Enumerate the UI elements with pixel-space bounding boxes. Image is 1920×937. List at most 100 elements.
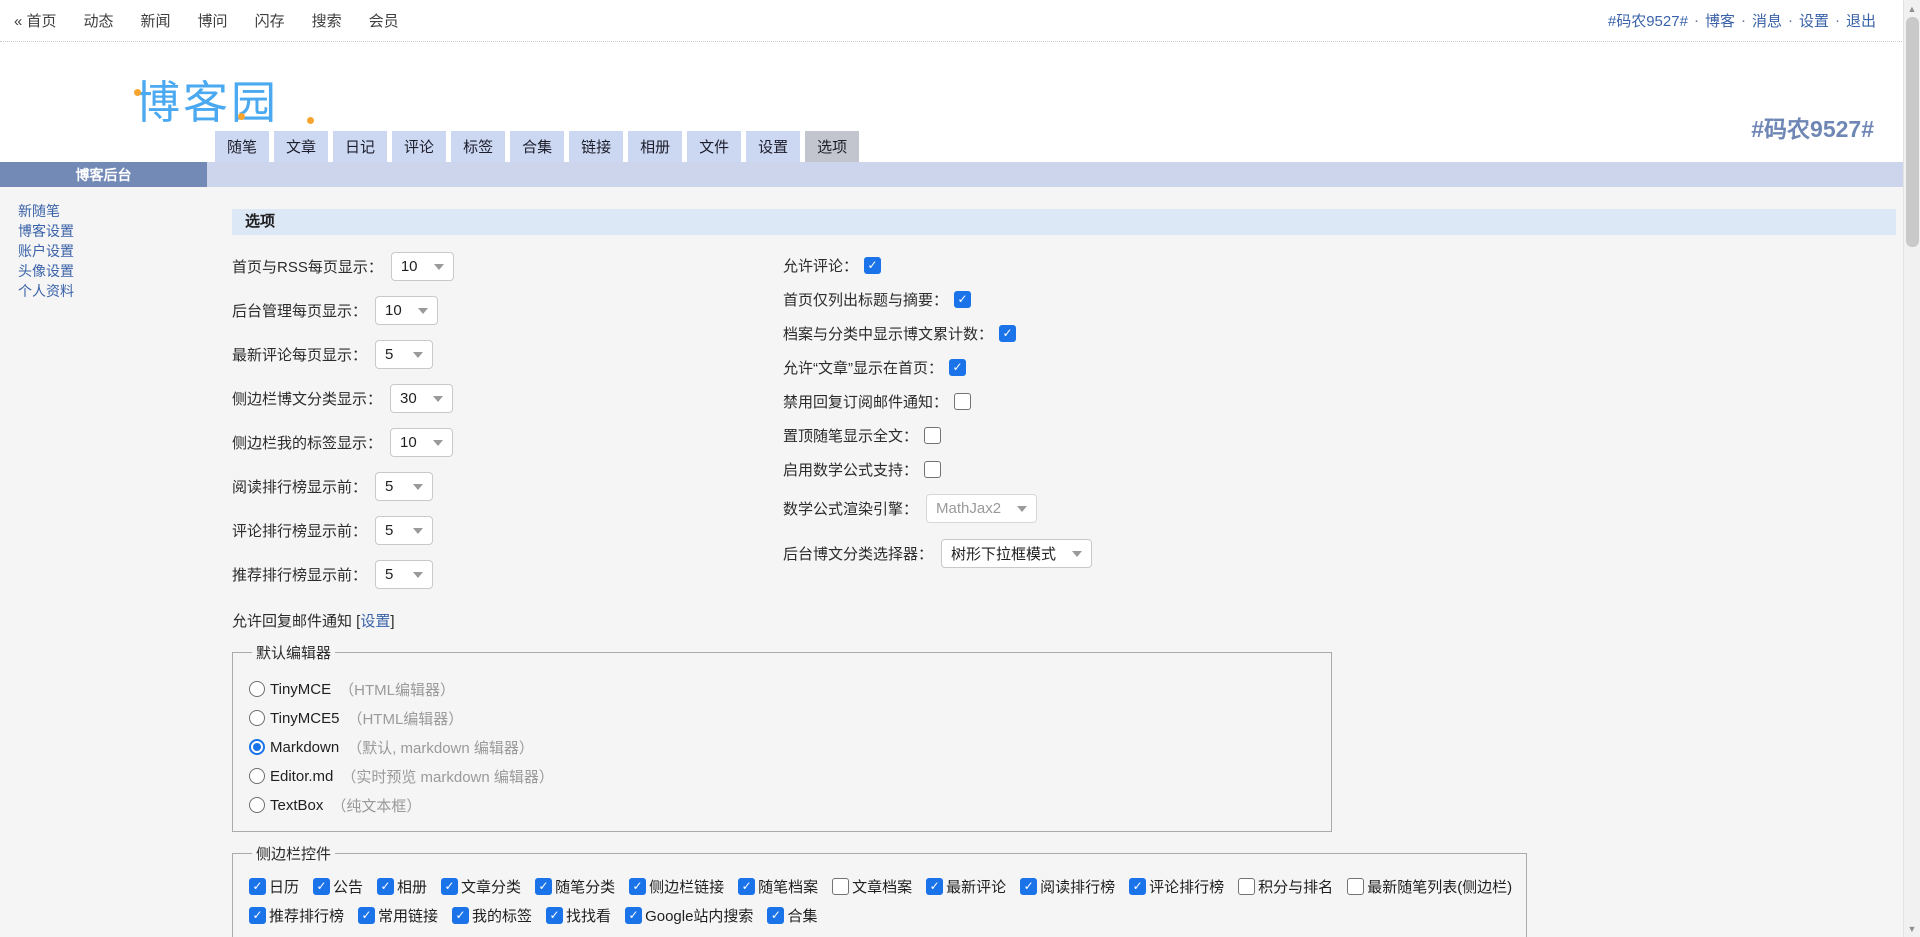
sidebar-item-avatar-settings[interactable]: 头像设置: [18, 261, 207, 281]
widget-albums[interactable]: 相册: [377, 876, 427, 897]
widget-comment-ranking[interactable]: 评论排行榜: [1129, 876, 1224, 897]
tab-files[interactable]: 文件: [687, 131, 742, 162]
checkbox[interactable]: [738, 877, 756, 895]
reply-mail-settings-link[interactable]: 设置: [360, 613, 390, 630]
topnav-feed[interactable]: 动态: [84, 10, 114, 31]
sidebar-item-new-post[interactable]: 新随笔: [18, 201, 207, 221]
checkbox[interactable]: [1238, 877, 1256, 895]
editor-tinymce5-radio[interactable]: [249, 710, 265, 726]
tab-albums[interactable]: 相册: [628, 131, 683, 162]
tab-options[interactable]: 选项: [805, 131, 860, 162]
math-engine-select[interactable]: MathJax2: [926, 494, 1038, 523]
checkbox[interactable]: [249, 877, 266, 895]
logo-dot-icon: [238, 113, 245, 120]
field-label: 最新评论每页显示：: [232, 347, 368, 364]
tab-tags[interactable]: 标签: [451, 131, 506, 162]
checkbox[interactable]: [1020, 877, 1038, 895]
chevron-down-icon: [413, 527, 424, 534]
page-body: 新随笔 博客设置 账户设置 头像设置 个人资料 选项 首页与RSS每页显示： 1…: [0, 187, 1920, 937]
widget-collections[interactable]: 合集: [767, 905, 817, 926]
topnav-q-and-a[interactable]: 博问: [198, 10, 228, 31]
topnav-settings[interactable]: 设置: [1799, 10, 1829, 31]
editor-markdown-radio[interactable]: [249, 739, 265, 755]
tab-settings[interactable]: 设置: [746, 131, 801, 162]
tab-collections[interactable]: 合集: [510, 131, 565, 162]
topnav-messages[interactable]: 消息: [1752, 10, 1782, 31]
checkbox[interactable]: [535, 877, 553, 895]
widget-calendar[interactable]: 日历: [249, 876, 299, 897]
articles-on-homepage-checkbox[interactable]: [949, 358, 966, 376]
sidebar-categories-count-select[interactable]: 30: [390, 384, 453, 413]
checkbox[interactable]: [313, 877, 331, 895]
recommend-ranking-count-select[interactable]: 5: [375, 560, 434, 589]
checkbox[interactable]: [452, 906, 470, 924]
tab-diary[interactable]: 日记: [333, 131, 388, 162]
editor-desc: （纯文本框）: [331, 797, 422, 815]
recent-comments-per-page-select[interactable]: 5: [375, 340, 434, 369]
widget-article-archive[interactable]: 文章档案: [832, 876, 912, 897]
checkbox[interactable]: [926, 877, 944, 895]
widget-recent-comments[interactable]: 最新评论: [926, 876, 1006, 897]
topnav-username[interactable]: #码农9527#: [1608, 10, 1688, 31]
checkbox[interactable]: [377, 877, 395, 895]
checkbox[interactable]: [546, 906, 564, 924]
tab-links[interactable]: 链接: [569, 131, 624, 162]
widget-common-links[interactable]: 常用链接: [358, 905, 438, 926]
show-post-counts-checkbox[interactable]: [999, 324, 1017, 342]
tab-comments[interactable]: 评论: [392, 131, 447, 162]
allow-comments-checkbox[interactable]: [864, 256, 882, 274]
widget-zzk-search[interactable]: 找找看: [546, 905, 611, 926]
scroll-down-icon[interactable]: ▼: [1904, 920, 1920, 937]
tab-articles[interactable]: 文章: [274, 131, 329, 162]
topnav-ing[interactable]: 闪存: [255, 10, 285, 31]
topnav-home[interactable]: « 首页: [14, 10, 57, 31]
comment-ranking-count-select[interactable]: 5: [375, 516, 434, 545]
editor-editormd-radio[interactable]: [249, 768, 265, 784]
checkbox[interactable]: [767, 906, 785, 924]
admin-per-page-select[interactable]: 10: [375, 296, 438, 325]
widget-announcement[interactable]: 公告: [313, 876, 363, 897]
editor-tinymce-radio[interactable]: [249, 681, 265, 697]
widget-sidebar-links[interactable]: 侧边栏链接: [629, 876, 724, 897]
widget-score-rank[interactable]: 积分与排名: [1238, 876, 1333, 897]
homepage-rss-per-page-select[interactable]: 10: [390, 252, 454, 281]
widget-post-categories[interactable]: 随笔分类: [535, 876, 615, 897]
homepage-summary-only-checkbox[interactable]: [954, 290, 972, 308]
widget-my-tags[interactable]: 我的标签: [452, 905, 532, 926]
topnav-news[interactable]: 新闻: [141, 10, 171, 31]
widget-article-categories[interactable]: 文章分类: [441, 876, 521, 897]
sidebar-item-profile[interactable]: 个人资料: [18, 281, 207, 301]
read-ranking-count-select[interactable]: 5: [375, 472, 434, 501]
cnblogs-logo[interactable]: 博客园: [134, 66, 314, 131]
widget-google-search[interactable]: Google站内搜索: [625, 905, 753, 926]
tab-posts[interactable]: 随笔: [215, 131, 270, 162]
topnav-search[interactable]: 搜索: [312, 10, 342, 31]
checkbox[interactable]: [832, 877, 850, 895]
sidebar-item-account-settings[interactable]: 账户设置: [18, 241, 207, 261]
editor-textbox-radio[interactable]: [249, 797, 265, 813]
checkbox[interactable]: [629, 877, 647, 895]
checkbox[interactable]: [249, 906, 266, 924]
enable-math-checkbox[interactable]: [924, 460, 942, 478]
sidebar-tags-count-select[interactable]: 10: [390, 428, 453, 457]
checkbox[interactable]: [358, 906, 376, 924]
checkbox[interactable]: [1347, 877, 1365, 895]
pinned-fulltext-checkbox[interactable]: [924, 426, 942, 444]
topnav-members[interactable]: 会员: [369, 10, 399, 31]
topnav-blog[interactable]: 博客: [1705, 10, 1735, 31]
widget-label: 积分与排名: [1258, 878, 1334, 896]
checkbox[interactable]: [625, 906, 643, 924]
scroll-up-icon[interactable]: ▲: [1904, 0, 1920, 17]
checkbox[interactable]: [1129, 877, 1147, 895]
widget-post-archive[interactable]: 随笔档案: [738, 876, 818, 897]
sidebar-item-blog-settings[interactable]: 博客设置: [18, 221, 207, 241]
widget-recommend-ranking[interactable]: 推荐排行榜: [249, 905, 344, 926]
widget-recent-posts-list[interactable]: 最新随笔列表(侧边栏): [1347, 876, 1512, 897]
vertical-scrollbar[interactable]: ▲ ▼: [1903, 0, 1920, 937]
widget-read-ranking[interactable]: 阅读排行榜: [1020, 876, 1115, 897]
category-picker-mode-select[interactable]: 树形下拉框模式: [941, 539, 1093, 568]
disable-reply-subscription-checkbox[interactable]: [954, 392, 972, 410]
scrollbar-thumb[interactable]: [1906, 17, 1919, 247]
checkbox[interactable]: [441, 877, 459, 895]
topnav-logout[interactable]: 退出: [1846, 10, 1876, 31]
